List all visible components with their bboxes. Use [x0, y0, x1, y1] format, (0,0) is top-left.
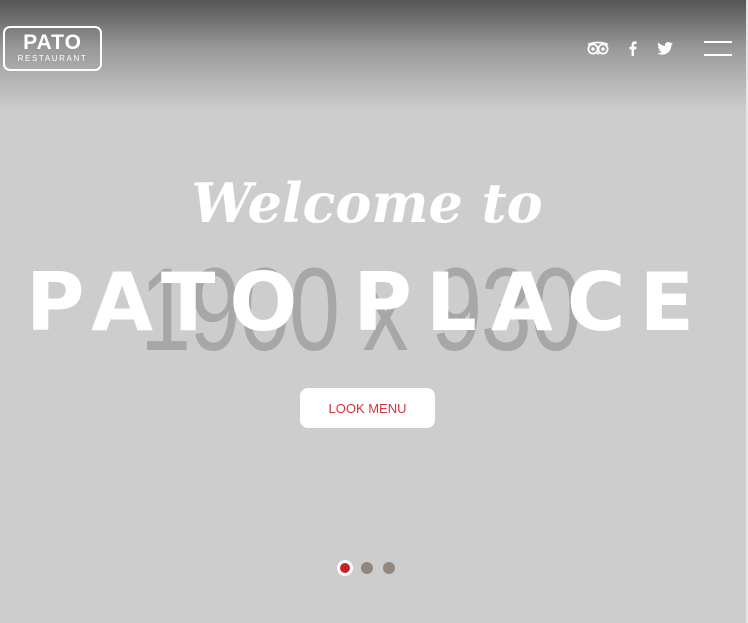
twitter-icon[interactable] — [654, 38, 676, 58]
welcome-text: Welcome to — [191, 171, 543, 235]
hero-slider: 1900 x 930 PATO RESTAURANT Welcome to PA… — [0, 0, 748, 623]
hamburger-icon[interactable] — [704, 38, 732, 58]
slider-dot-2[interactable] — [361, 562, 373, 574]
restaurant-logo[interactable]: PATO RESTAURANT — [3, 26, 102, 71]
look-menu-button[interactable]: LOOK MENU — [300, 388, 435, 428]
hero-headline: PATO PLACE — [25, 256, 709, 349]
slider-pagination — [337, 560, 397, 576]
tripadvisor-icon[interactable] — [586, 38, 610, 58]
slider-dot-1[interactable] — [337, 560, 353, 576]
facebook-icon[interactable] — [624, 38, 640, 58]
logo-tagline: RESTAURANT — [17, 54, 88, 63]
slider-dot-3[interactable] — [383, 562, 395, 574]
logo-name: PATO — [23, 31, 82, 54]
